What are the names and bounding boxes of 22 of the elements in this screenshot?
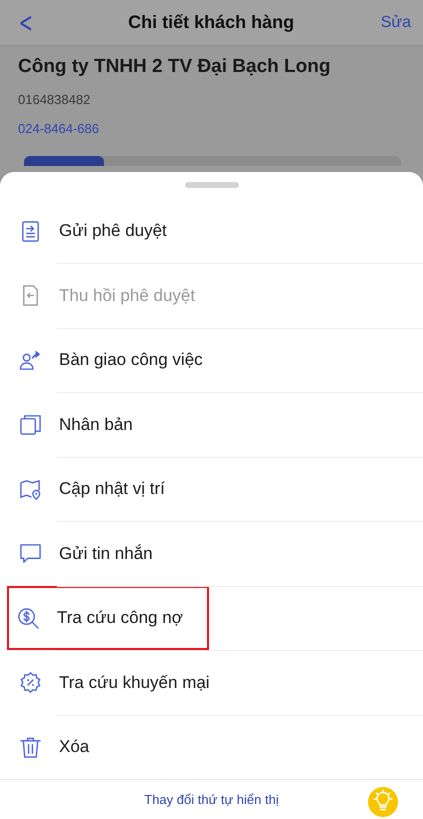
trash-icon: [19, 736, 42, 759]
person-arrow-icon: [19, 348, 42, 372]
lightbulb-icon[interactable]: [368, 787, 398, 818]
dollar-search-icon: [17, 606, 40, 630]
menu-item[interactable]: Tra cứu khuyến mại: [0, 650, 415, 715]
menu-item[interactable]: Gửi tin nhắn: [0, 521, 415, 586]
reorder-link[interactable]: Thay đổi thứ tự hiển thị: [138, 791, 285, 808]
document-icon: [19, 220, 42, 243]
chat-icon: [19, 542, 42, 566]
menu-item[interactable]: Gửi phê duyệt: [0, 198, 415, 264]
menu-item[interactable]: Tra cứu công nợ: [7, 586, 209, 650]
percent-badge-icon: [19, 671, 42, 694]
map-pin-icon: [19, 478, 42, 501]
menu-item[interactable]: Xóa: [0, 714, 415, 780]
customer-name: Công ty TNHH 2 TV Đại Bạch Long: [18, 56, 332, 78]
copy-icon: [19, 413, 42, 436]
menu-item[interactable]: Cập nhật vị trí: [0, 456, 415, 522]
screen-title: Chi tiết khách hàng: [128, 12, 294, 33]
menu-item[interactable]: Bàn giao công việc: [0, 328, 415, 392]
customer-code: 0164838482: [18, 92, 92, 107]
drag-handle[interactable]: [184, 182, 238, 188]
menu-item[interactable]: Nhân bản: [0, 392, 415, 457]
